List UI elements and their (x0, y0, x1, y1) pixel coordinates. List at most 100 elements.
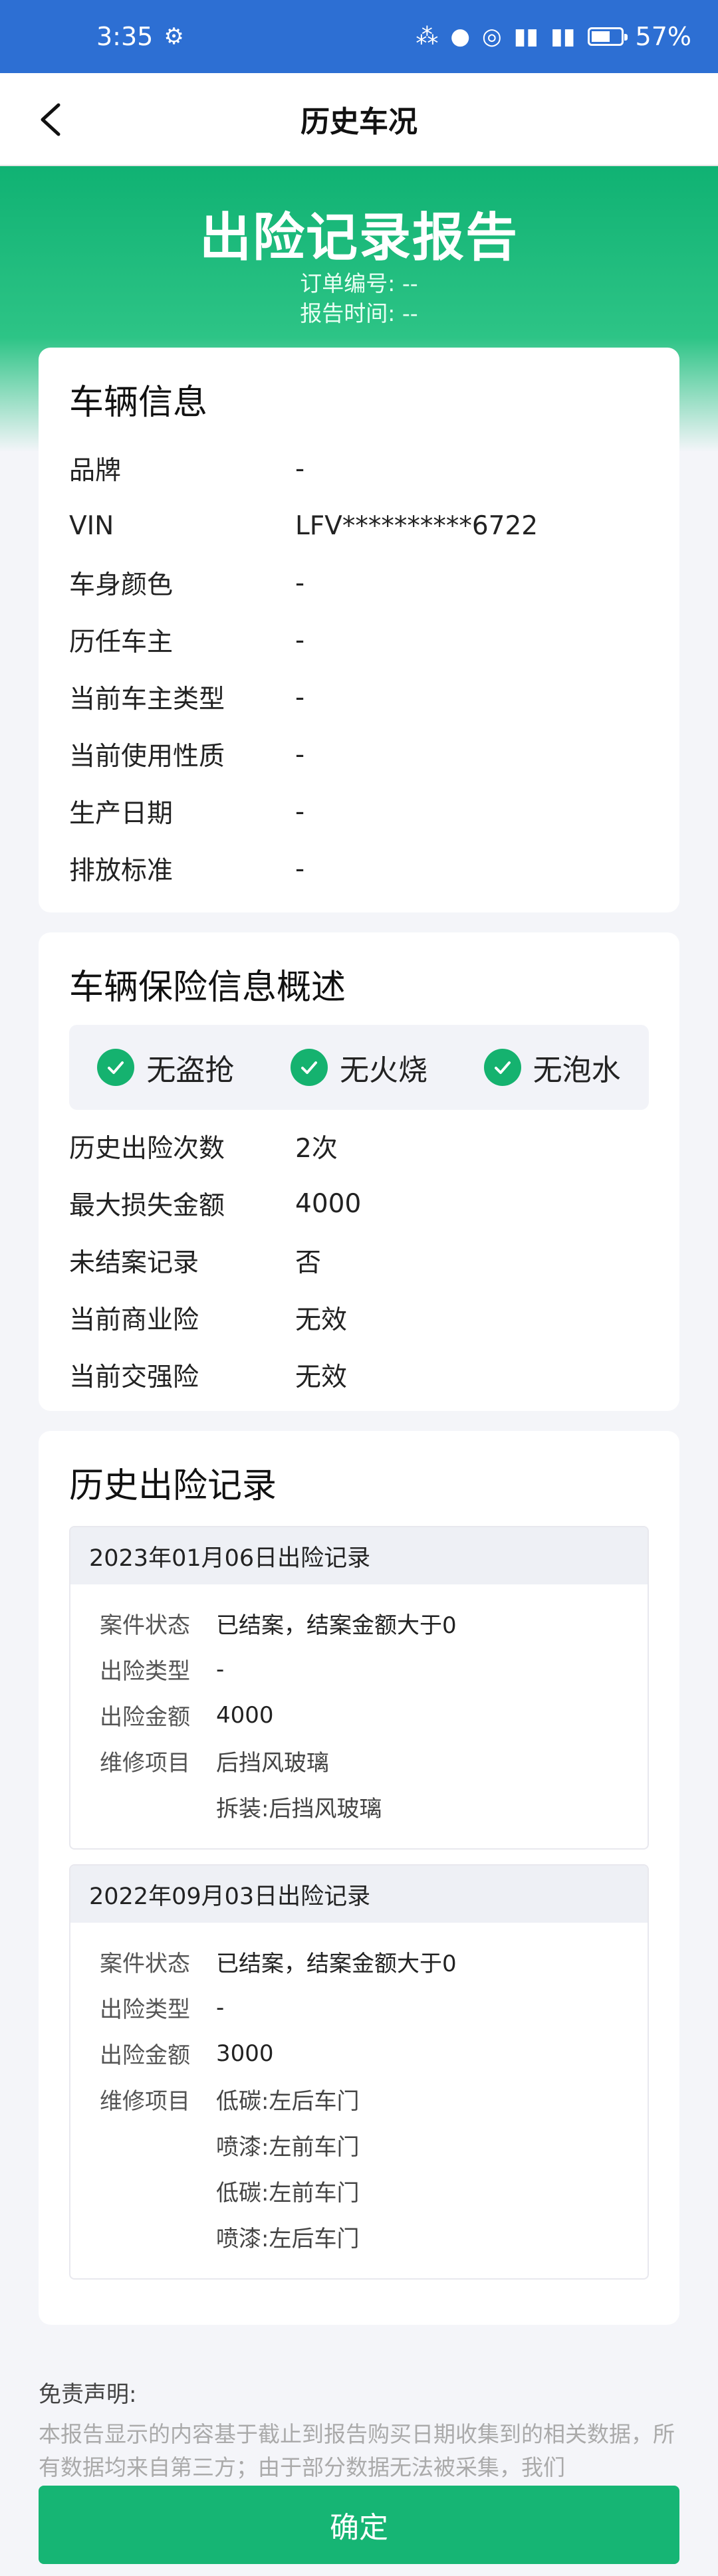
record-amount-row: 出险金额 4000 (100, 1692, 618, 1738)
record-value: - (216, 1994, 225, 2021)
battery-icon (587, 27, 628, 46)
record-type-row: 出险类型 - (100, 1985, 618, 2030)
order-number-value: -- (402, 270, 418, 296)
claim-history-title: 历史出险记录 (69, 1466, 277, 1506)
vehicle-info-card: 车辆信息 品牌 - VIN LFV**********6722 车身颜色 - 历… (39, 348, 679, 912)
vehicle-row-color: 车身颜色 - (69, 554, 649, 611)
record-value: 4000 (216, 1701, 274, 1729)
kv-value: - (295, 453, 305, 484)
insurance-row-max-loss: 最大损失金额 4000 (69, 1175, 649, 1232)
repair-item: 喷漆:左后车门 (216, 2226, 360, 2252)
kv-label: 历任车主 (69, 627, 174, 657)
disclaimer: 免责声明: 本报告显示的内容基于截止到报告购买日期收集到的相关数据，所有数据均来… (39, 2376, 679, 2484)
kv-label: 当前使用性质 (69, 742, 225, 772)
insurance-row-compulsory: 当前交强险 无效 (69, 1346, 649, 1404)
record-label: 案件状态 (100, 1612, 190, 1639)
nav-bar: 历史车况 (0, 73, 718, 166)
kv-value: - (295, 853, 305, 884)
repair-item: 拆装:后挡风玻璃 (216, 1796, 382, 1822)
page-title: 历史车况 (300, 105, 418, 139)
claim-history-card: 历史出险记录 2023年01月06日出险记录 案件状态 已结案，结案金额大于0 … (39, 1431, 679, 2325)
insurance-row-claim-count: 历史出险次数 2次 (69, 1118, 649, 1175)
status-right: ⁂ ● ◎ ▮▮ ▮▮ 57% (416, 22, 691, 51)
record-label: 维修项目 (100, 1750, 190, 1776)
repair-item: 后挡风玻璃 (216, 1750, 329, 1776)
record-status-row: 案件状态 已结案，结案金额大于0 (100, 1939, 618, 1985)
insurance-badges: 无盗抢 无火烧 无泡水 (69, 1025, 649, 1110)
kv-value: 2次 (295, 1134, 338, 1164)
record-value: 已结案，结案金额大于0 (216, 1951, 457, 1977)
record-status-row: 案件状态 已结案，结案金额大于0 (100, 1600, 618, 1646)
kv-value: - (295, 625, 305, 655)
kv-label: VIN (69, 510, 114, 541)
report-time-value: -- (402, 300, 418, 326)
claim-record-body: 案件状态 已结案，结案金额大于0 出险类型 - 出险金额 3000 维修项目 低… (70, 1923, 648, 2278)
report-time-label: 报告时间: (300, 300, 396, 326)
repair-items: 低碳:左后车门 喷漆:左前车门 低碳:左前车门 喷漆:左后车门 (216, 2076, 359, 2260)
badge-no-fire: 无火烧 (290, 1046, 427, 1089)
repair-item: 低碳:左前车门 (216, 2180, 360, 2206)
vehicle-info-title: 车辆信息 (69, 383, 208, 423)
badge-no-flood: 无泡水 (483, 1046, 621, 1089)
status-bar: 3:35 ⚙ ⁂ ● ◎ ▮▮ ▮▮ 57% (0, 0, 718, 73)
check-circle-icon (97, 1049, 135, 1086)
badge-no-theft: 无盗抢 (97, 1046, 234, 1089)
back-button[interactable] (24, 93, 77, 146)
status-left: 3:35 ⚙ (96, 22, 184, 51)
location-pin-icon: ● (450, 23, 471, 50)
kv-value: 无效 (295, 1305, 348, 1335)
vehicle-row-usage: 当前使用性质 - (69, 726, 649, 783)
kv-label: 当前商业险 (69, 1305, 199, 1335)
disclaimer-title: 免责声明: (39, 2381, 137, 2408)
badge-label: 无盗抢 (146, 1053, 235, 1087)
kv-value: - (295, 682, 305, 712)
status-time: 3:35 (96, 22, 154, 51)
claim-record-header: 2023年01月06日出险记录 (70, 1527, 648, 1584)
record-label: 出险类型 (100, 1996, 190, 2023)
kv-value: 无效 (295, 1362, 348, 1392)
repair-item: 低碳:左后车门 (216, 2088, 360, 2115)
insurance-summary-card: 车辆保险信息概述 无盗抢 无火烧 无泡水 历史出险次数 2次 最大损失金额 40… (39, 932, 679, 1411)
check-circle-icon (290, 1049, 328, 1086)
claim-record: 2023年01月06日出险记录 案件状态 已结案，结案金额大于0 出险类型 - … (69, 1526, 649, 1850)
record-label: 出险类型 (100, 1658, 190, 1685)
location-target-icon: ⚙ (164, 23, 184, 50)
signal-icon: ▮▮ (513, 23, 539, 50)
insurance-row-commercial: 当前商业险 无效 (69, 1289, 649, 1346)
record-type-row: 出险类型 - (100, 1646, 618, 1692)
confirm-button[interactable]: 确定 (39, 2486, 679, 2564)
disclaimer-text: 本报告显示的内容基于截止到报告购买日期收集到的相关数据，所有数据均来自第三方；由… (39, 2421, 675, 2480)
order-number-line: 订单编号: -- (0, 266, 718, 298)
vehicle-row-previous-owners: 历任车主 - (69, 611, 649, 669)
record-value: - (216, 1656, 225, 1683)
record-value: 3000 (216, 2040, 274, 2067)
kv-value: - (295, 796, 305, 827)
vehicle-row-production-date: 生产日期 - (69, 783, 649, 840)
repair-item: 喷漆:左前车门 (216, 2134, 360, 2161)
record-label: 出险金额 (100, 1704, 190, 1731)
report-title: 出险记录报告 (199, 208, 519, 268)
kv-value: 否 (295, 1248, 322, 1278)
insurance-row-open-cases: 未结案记录 否 (69, 1232, 649, 1289)
kv-label: 最大损失金额 (69, 1191, 225, 1221)
badge-label: 无火烧 (339, 1053, 427, 1087)
repair-items: 后挡风玻璃 拆装:后挡风玻璃 (216, 1738, 382, 1830)
kv-value: - (295, 739, 305, 770)
record-label: 维修项目 (100, 2088, 190, 2115)
claim-record-header: 2022年09月03日出险记录 (70, 1866, 648, 1923)
report-time-line: 报告时间: -- (0, 296, 718, 328)
record-amount-row: 出险金额 3000 (100, 2030, 618, 2076)
check-circle-icon (483, 1049, 521, 1086)
chevron-left-icon (41, 103, 60, 136)
kv-label: 品牌 (69, 456, 122, 486)
vehicle-row-owner-type: 当前车主类型 - (69, 669, 649, 726)
signal-icon-2: ▮▮ (550, 23, 576, 50)
badge-label: 无泡水 (533, 1053, 621, 1087)
hotspot-icon: ◎ (482, 23, 502, 50)
order-number-label: 订单编号: (300, 270, 396, 296)
record-label: 案件状态 (100, 1951, 190, 1977)
kv-label: 当前交强险 (69, 1362, 199, 1392)
claim-record: 2022年09月03日出险记录 案件状态 已结案，结案金额大于0 出险类型 - … (69, 1864, 649, 2280)
insurance-summary-title: 车辆保险信息概述 (69, 968, 346, 1008)
kv-label: 排放标准 (69, 856, 174, 886)
